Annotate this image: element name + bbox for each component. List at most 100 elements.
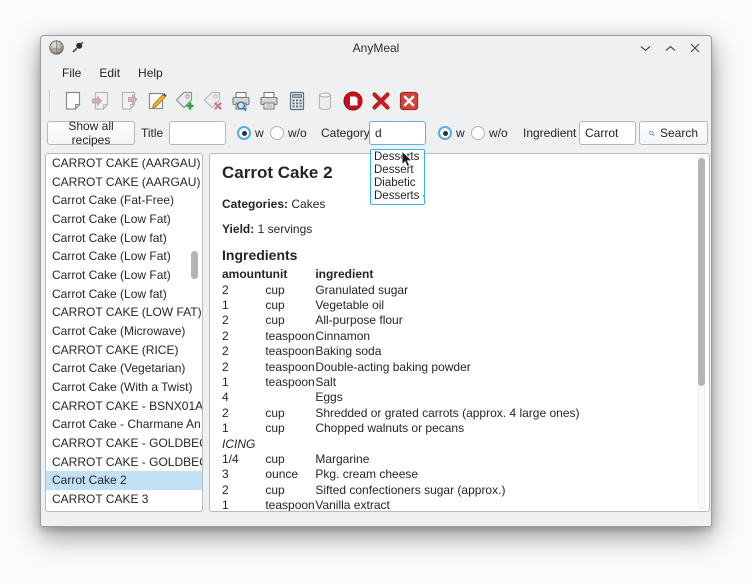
- print-icon: [258, 90, 280, 112]
- ingredient-header: ingredient: [315, 266, 579, 282]
- list-item[interactable]: Carrot Cake (Low Fat): [46, 266, 202, 285]
- dropdown-item[interactable]: Desserts -: [371, 190, 424, 203]
- maximize-button[interactable]: [662, 40, 678, 56]
- print-button[interactable]: [255, 88, 283, 114]
- content-scrollbar[interactable]: [698, 158, 705, 386]
- list-item[interactable]: CARROT CAKE - GOLDBECK: [46, 434, 202, 453]
- category-with-radio-group: w: [438, 121, 465, 145]
- mouse-cursor-icon: [401, 151, 416, 168]
- ingredient-row: 3ouncePkg. cream cheese: [222, 467, 580, 482]
- unit-header: unit: [265, 266, 315, 282]
- show-all-recipes-button[interactable]: Show all recipes: [47, 121, 135, 145]
- ingredient-row: 2cupGranulated sugar: [222, 282, 580, 297]
- search-button[interactable]: Search: [639, 121, 708, 145]
- dropdown-item[interactable]: Diabetic: [371, 177, 424, 190]
- import-file-button[interactable]: [87, 88, 115, 114]
- menu-help[interactable]: Help: [129, 62, 172, 84]
- list-item[interactable]: CARROT CAKE (AARGAU): [46, 173, 202, 192]
- ingredient-row: 1teaspoonVanilla extract: [222, 497, 580, 512]
- recipe-list-panel: CARROT CAKE (AARGAU)CARROT CAKE (AARGAU)…: [45, 153, 203, 512]
- ingredient-row: 4Eggs: [222, 390, 580, 405]
- recipe-categories: Categories: Cakes: [222, 197, 695, 211]
- list-item[interactable]: Carrot Cake (Low fat): [46, 285, 202, 304]
- title-without-radio-group: w/o: [270, 121, 307, 145]
- list-item[interactable]: Carrot Cake (Vegetarian): [46, 359, 202, 378]
- remove-category-icon: [202, 90, 224, 112]
- list-item[interactable]: Carrot Cake (Microwave): [46, 322, 202, 341]
- abort-icon: [342, 90, 364, 112]
- title-with-label: w: [255, 126, 264, 140]
- minimize-button[interactable]: [637, 40, 653, 56]
- menu-edit[interactable]: Edit: [90, 62, 129, 84]
- dropdown-item[interactable]: Dessert: [371, 164, 424, 177]
- category-input[interactable]: [369, 121, 426, 145]
- category-label: Category: [321, 121, 370, 145]
- quit-button[interactable]: [395, 88, 423, 114]
- calculator-icon: [286, 90, 308, 112]
- add-category-icon: [174, 90, 196, 112]
- recipe-yield: Yield: 1 servings: [222, 222, 695, 236]
- close-button[interactable]: [687, 40, 703, 56]
- print-preview-button[interactable]: [227, 88, 255, 114]
- new-recipe-icon: [62, 90, 84, 112]
- list-item[interactable]: Carrot Cake (With a Twist): [46, 378, 202, 397]
- list-item[interactable]: Carrot Cake (Fat-Free): [46, 191, 202, 210]
- ingredients-header-row: amount unit ingredient: [222, 266, 580, 282]
- trash-icon: [314, 90, 336, 112]
- title-without-radio[interactable]: [270, 126, 284, 140]
- list-item[interactable]: CARROT CAKE - GOLDBECK: [46, 453, 202, 472]
- list-item[interactable]: Carrot Cake 2: [46, 471, 202, 490]
- ingredient-row: 2teaspoonBaking soda: [222, 344, 580, 359]
- ingredients-heading: Ingredients: [222, 247, 695, 263]
- menu-file[interactable]: File: [53, 62, 90, 84]
- add-category-button[interactable]: [171, 88, 199, 114]
- new-recipe-button[interactable]: [59, 88, 87, 114]
- category-with-radio[interactable]: [438, 126, 452, 140]
- recipe-list: CARROT CAKE (AARGAU)CARROT CAKE (AARGAU)…: [46, 154, 202, 509]
- window-title: AnyMeal: [41, 41, 711, 55]
- amount-header: amount: [222, 266, 265, 282]
- ingredient-row: 1cupChopped walnuts or pecans: [222, 421, 580, 436]
- search-button-label: Search: [660, 126, 698, 140]
- list-item[interactable]: CARROT CAKE (RICE): [46, 341, 202, 360]
- ingredient-row: 2cupAll-purpose flour: [222, 313, 580, 328]
- import-file-icon: [90, 90, 112, 112]
- remove-category-button[interactable]: [199, 88, 227, 114]
- list-item[interactable]: Carrot Cake - Charmane An...: [46, 415, 202, 434]
- ingredient-input[interactable]: [579, 121, 636, 145]
- delete-recipe-icon: [370, 90, 392, 112]
- ingredient-row: 2teaspoonCinnamon: [222, 328, 580, 343]
- list-item[interactable]: CARROT CAKE - BSNX01A: [46, 397, 202, 416]
- recipe-title: Carrot Cake 2: [222, 163, 695, 183]
- edit-recipe-button[interactable]: [143, 88, 171, 114]
- menubar: File Edit Help: [41, 60, 711, 85]
- quit-icon: [398, 90, 420, 112]
- title-with-radio[interactable]: [237, 126, 251, 140]
- list-item[interactable]: Carrot Cake (Low fat): [46, 229, 202, 248]
- recipe-view: Carrot Cake 2 Categories: Cakes Yield: 1…: [210, 154, 709, 512]
- trash-button[interactable]: [311, 88, 339, 114]
- ingredient-row: 2cupSifted confectioners sugar (approx.): [222, 482, 580, 497]
- ingredients-table-body: 2cupGranulated sugar1cupVegetable oil2cu…: [222, 282, 580, 512]
- dropdown-item[interactable]: Desserts: [371, 151, 424, 164]
- titlebar[interactable]: AnyMeal: [41, 36, 711, 60]
- recipe-view-panel: Carrot Cake 2 Categories: Cakes Yield: 1…: [209, 153, 710, 512]
- list-item[interactable]: Carrot Cake (Low Fat): [46, 247, 202, 266]
- title-label: Title: [141, 121, 163, 145]
- list-item[interactable]: CARROT CAKE (LOW FAT): [46, 303, 202, 322]
- ingredient-label: Ingredient: [523, 121, 576, 145]
- category-without-radio-group: w/o: [471, 121, 508, 145]
- export-file-icon: [118, 90, 140, 112]
- list-item[interactable]: Carrot Cake (Low Fat): [46, 210, 202, 229]
- list-scrollbar[interactable]: [191, 251, 198, 279]
- anymeal-window: AnyMeal File Edit Help: [40, 35, 712, 527]
- list-item[interactable]: CARROT CAKE (AARGAU): [46, 154, 202, 173]
- toolbar: [41, 85, 711, 117]
- abort-button[interactable]: [339, 88, 367, 114]
- delete-recipe-button[interactable]: [367, 88, 395, 114]
- category-without-radio[interactable]: [471, 126, 485, 140]
- title-input[interactable]: [169, 121, 226, 145]
- list-item[interactable]: CARROT CAKE 3: [46, 490, 202, 509]
- calculator-button[interactable]: [283, 88, 311, 114]
- export-file-button[interactable]: [115, 88, 143, 114]
